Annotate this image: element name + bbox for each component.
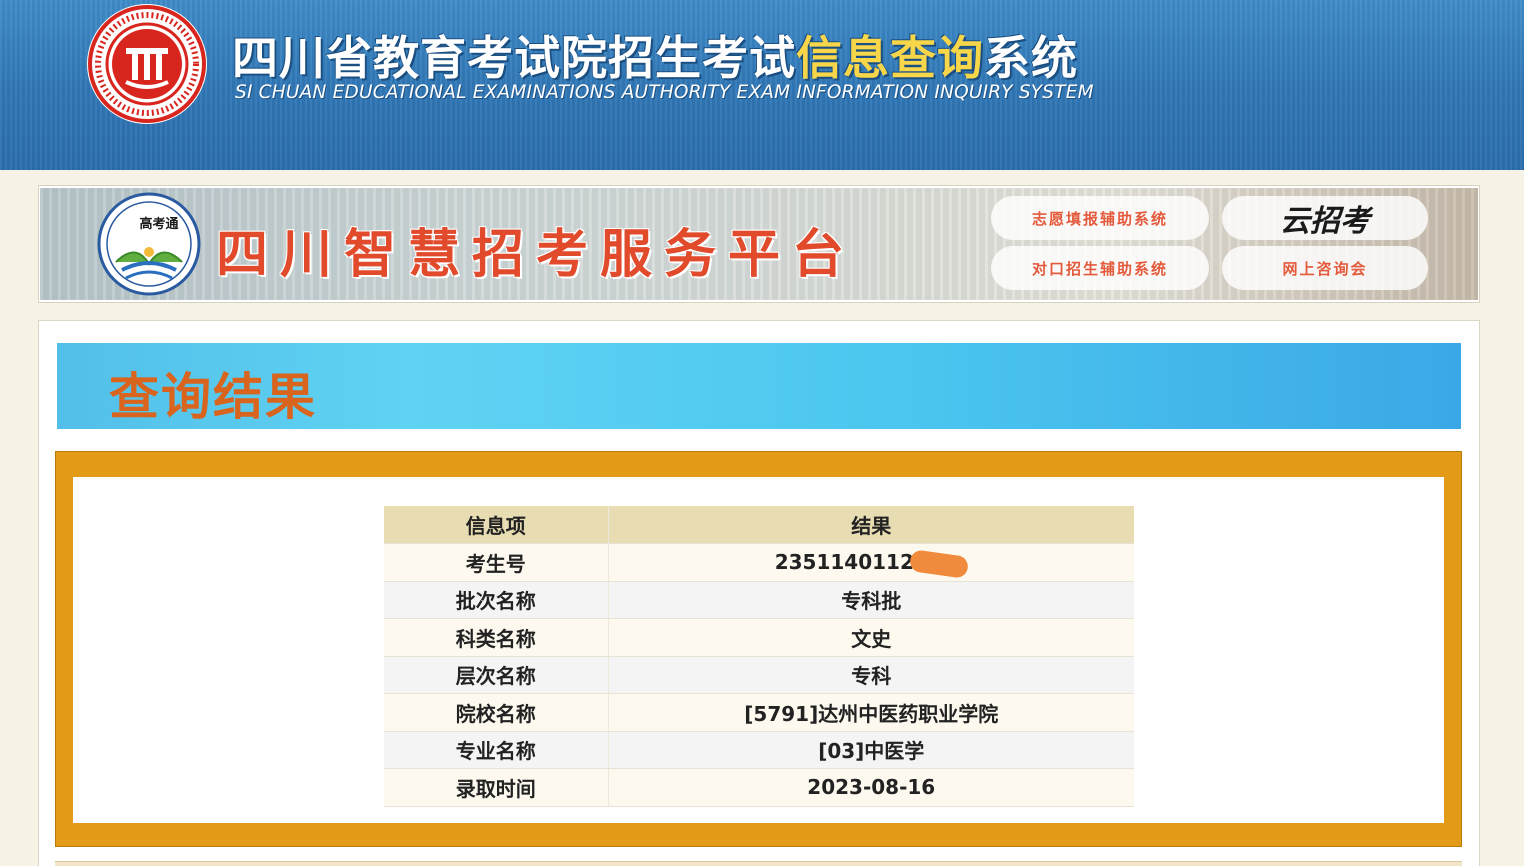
result-frame: 信息项 结果 考生号 23511401121 批次名称 专科批 科类名称 文史 xyxy=(55,451,1462,847)
row-value-batch: 专科批 xyxy=(608,581,1134,619)
result-header: 查询结果 xyxy=(57,343,1461,429)
site-title-part1: 四川省教育考试院招生考试 xyxy=(232,31,796,85)
logo-text-shape: 高考通 xyxy=(139,216,178,232)
platform-banner: 高考通 四川智慧招考服务平台 志愿填报辅助系统 云招考 对口招生辅助系统 网上咨… xyxy=(40,188,1478,300)
table-row: 批次名称 专科批 xyxy=(384,581,1134,619)
row-key-school: 院校名称 xyxy=(384,693,609,732)
row-value-major: [03]中医学 xyxy=(608,731,1134,769)
site-subtitle: SI CHUAN EDUCATIONAL EXAMINATIONS AUTHOR… xyxy=(235,82,1094,103)
row-value-candidate-number: 23511401121 xyxy=(608,543,1134,582)
row-value-school: [5791]达州中医药职业学院 xyxy=(608,693,1134,732)
admission-result-table: 信息项 结果 考生号 23511401121 批次名称 专科批 科类名称 文史 xyxy=(384,506,1134,807)
table-header-row: 信息项 结果 xyxy=(384,506,1134,544)
online-consultation-button[interactable]: 网上咨询会 xyxy=(1222,246,1428,290)
column-header-item: 信息项 xyxy=(384,506,609,544)
table-row: 院校名称 [5791]达州中医药职业学院 xyxy=(384,693,1134,732)
candidate-number-value: 23511401121 xyxy=(774,550,928,574)
site-title: 四川省教育考试院招生考试信息查询系统 xyxy=(232,22,1078,88)
table-row: 层次名称 专科 xyxy=(384,656,1134,694)
table-row: 专业名称 [03]中医学 xyxy=(384,731,1134,769)
row-value-category: 文史 xyxy=(608,618,1134,657)
vocational-admission-system-button[interactable]: 对口招生辅助系统 xyxy=(991,246,1209,290)
column-header-result: 结果 xyxy=(608,506,1134,544)
row-value-level: 专科 xyxy=(608,656,1134,694)
site-title-part3: 系统 xyxy=(984,31,1078,85)
row-key-category: 科类名称 xyxy=(384,618,609,657)
cloud-recruitment-button[interactable]: 云招考 xyxy=(1222,196,1428,240)
row-key-level: 层次名称 xyxy=(384,656,609,694)
table-row: 考生号 23511401121 xyxy=(384,543,1134,582)
result-content: 信息项 结果 考生号 23511401121 批次名称 专科批 科类名称 文史 xyxy=(73,477,1444,823)
bottom-panel-edge xyxy=(55,861,1462,866)
row-key-candidate-number: 考生号 xyxy=(384,543,609,582)
site-title-highlight: 信息查询 xyxy=(796,31,984,85)
logo-text: 高考通 xyxy=(139,216,178,232)
table-row: 科类名称 文史 xyxy=(384,618,1134,657)
row-key-batch: 批次名称 xyxy=(384,581,609,619)
table-row: 录取时间 2023-08-16 xyxy=(384,768,1134,807)
volunteer-filling-system-button[interactable]: 志愿填报辅助系统 xyxy=(991,196,1209,240)
gaokaotong-logo-icon xyxy=(97,192,201,296)
row-key-admission-date: 录取时间 xyxy=(384,768,609,807)
row-value-admission-date: 2023-08-16 xyxy=(608,768,1134,807)
row-key-major: 专业名称 xyxy=(384,731,609,769)
banner-title: 四川智慧招考服务平台 xyxy=(216,224,857,285)
exam-authority-seal-icon xyxy=(87,4,207,124)
site-header: 四川省教育考试院招生考试信息查询系统 SI CHUAN EDUCATIONAL … xyxy=(0,0,1524,170)
result-title: 查询结果 xyxy=(109,368,317,426)
